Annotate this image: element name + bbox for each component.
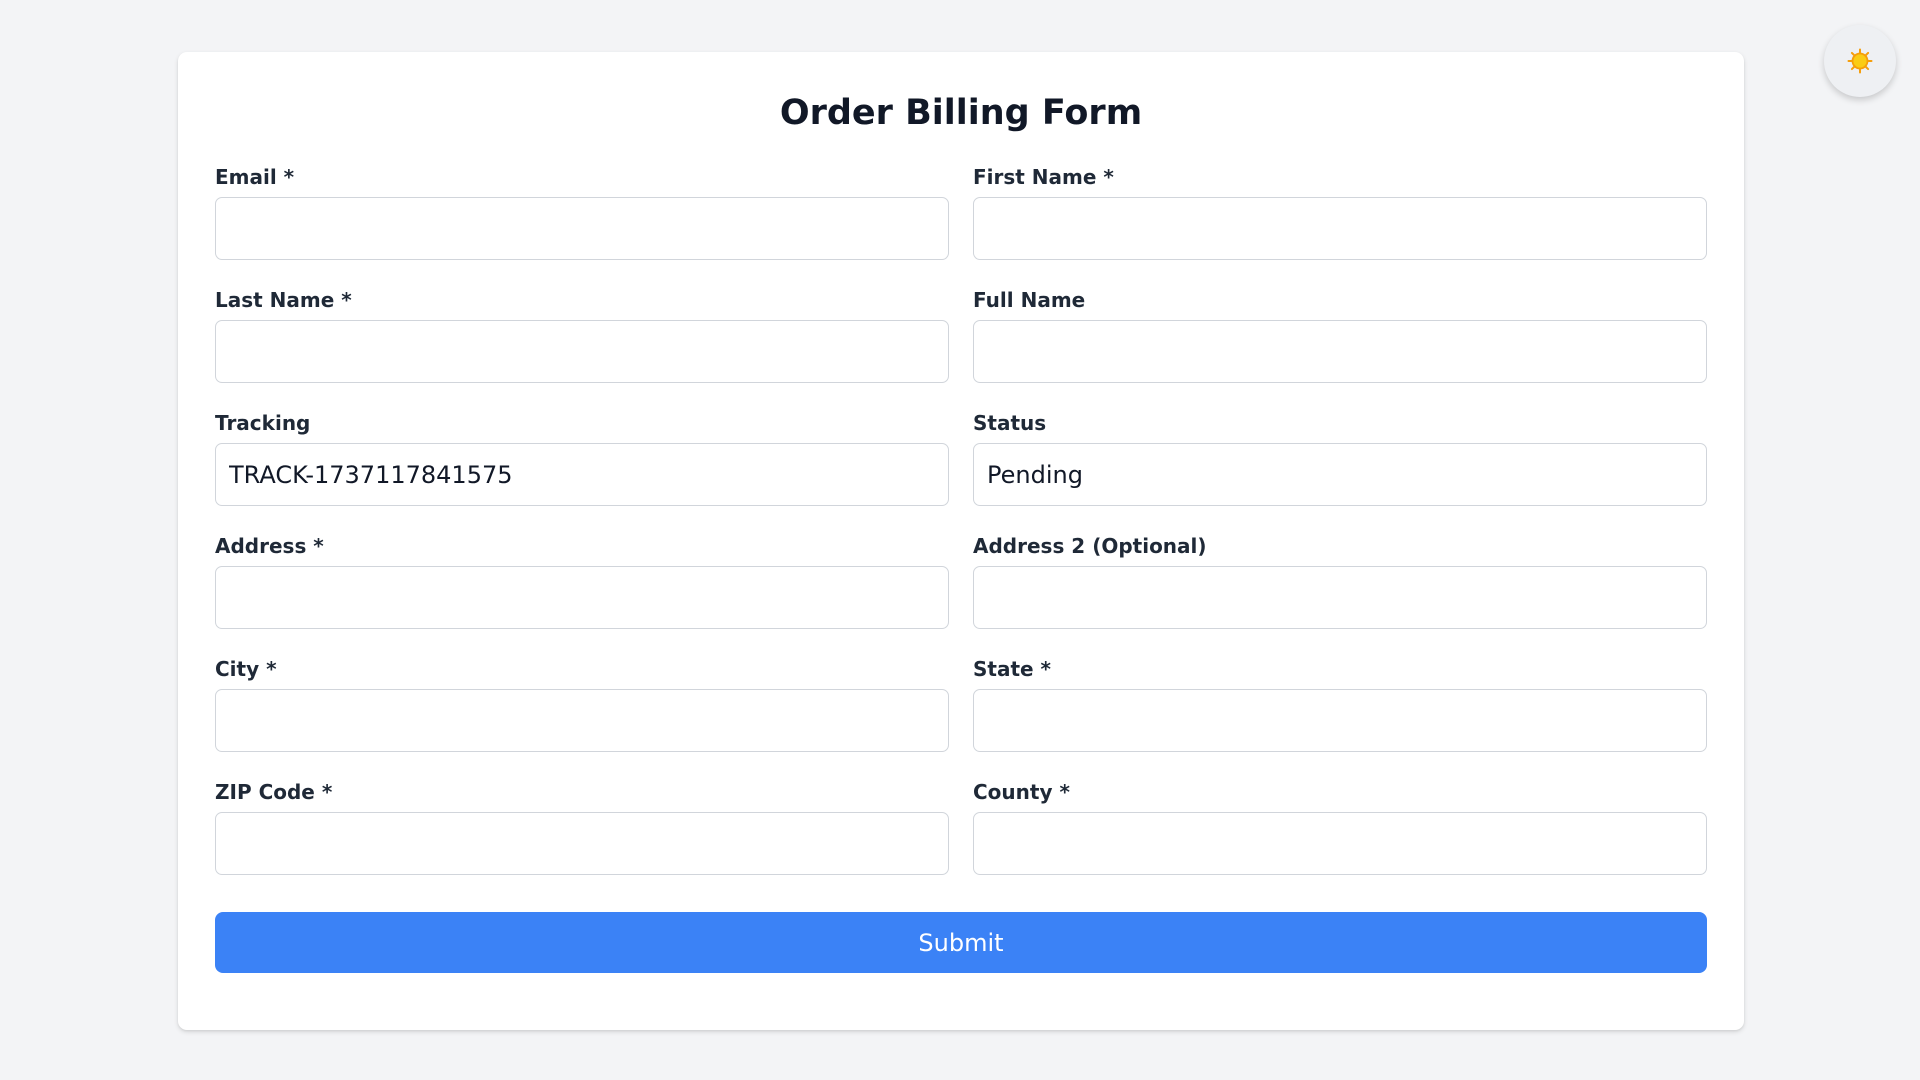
tracking-field[interactable] — [215, 443, 949, 506]
state-field[interactable] — [973, 689, 1707, 752]
email-field-group: Email * — [215, 167, 949, 260]
full-name-field-group: Full Name — [973, 290, 1707, 383]
order-billing-card: Order Billing Form Email * First Name * … — [178, 52, 1744, 1030]
address-field[interactable] — [215, 566, 949, 629]
address2-label: Address 2 (Optional) — [973, 534, 1207, 558]
status-field[interactable] — [973, 443, 1707, 506]
status-field-group: Status — [973, 413, 1707, 506]
full-name-label: Full Name — [973, 288, 1086, 312]
theme-toggle-button[interactable] — [1824, 25, 1896, 97]
address2-field[interactable] — [973, 566, 1707, 629]
address2-field-group: Address 2 (Optional) — [973, 536, 1707, 629]
address-label: Address * — [215, 534, 324, 558]
state-label: State * — [973, 657, 1052, 681]
full-name-field[interactable] — [973, 320, 1707, 383]
zip-code-field[interactable] — [215, 812, 949, 875]
zip-code-label: ZIP Code * — [215, 780, 333, 804]
form-grid: Email * First Name * Last Name * Full Na… — [215, 167, 1707, 875]
last-name-label: Last Name * — [215, 288, 352, 312]
county-field-group: County * — [973, 782, 1707, 875]
last-name-field-group: Last Name * — [215, 290, 949, 383]
tracking-label: Tracking — [215, 411, 311, 435]
email-field[interactable] — [215, 197, 949, 260]
county-field[interactable] — [973, 812, 1707, 875]
state-field-group: State * — [973, 659, 1707, 752]
sun-icon — [1847, 48, 1873, 74]
first-name-field-group: First Name * — [973, 167, 1707, 260]
page-title: Order Billing Form — [779, 93, 1143, 133]
email-label: Email * — [215, 165, 295, 189]
status-label: Status — [973, 411, 1047, 435]
county-label: County * — [973, 780, 1070, 804]
submit-button[interactable]: Submit — [215, 912, 1707, 973]
city-label: City * — [215, 657, 277, 681]
first-name-label: First Name * — [973, 165, 1114, 189]
first-name-field[interactable] — [973, 197, 1707, 260]
city-field-group: City * — [215, 659, 949, 752]
last-name-field[interactable] — [215, 320, 949, 383]
zip-code-field-group: ZIP Code * — [215, 782, 949, 875]
address-field-group: Address * — [215, 536, 949, 629]
city-field[interactable] — [215, 689, 949, 752]
tracking-field-group: Tracking — [215, 413, 949, 506]
